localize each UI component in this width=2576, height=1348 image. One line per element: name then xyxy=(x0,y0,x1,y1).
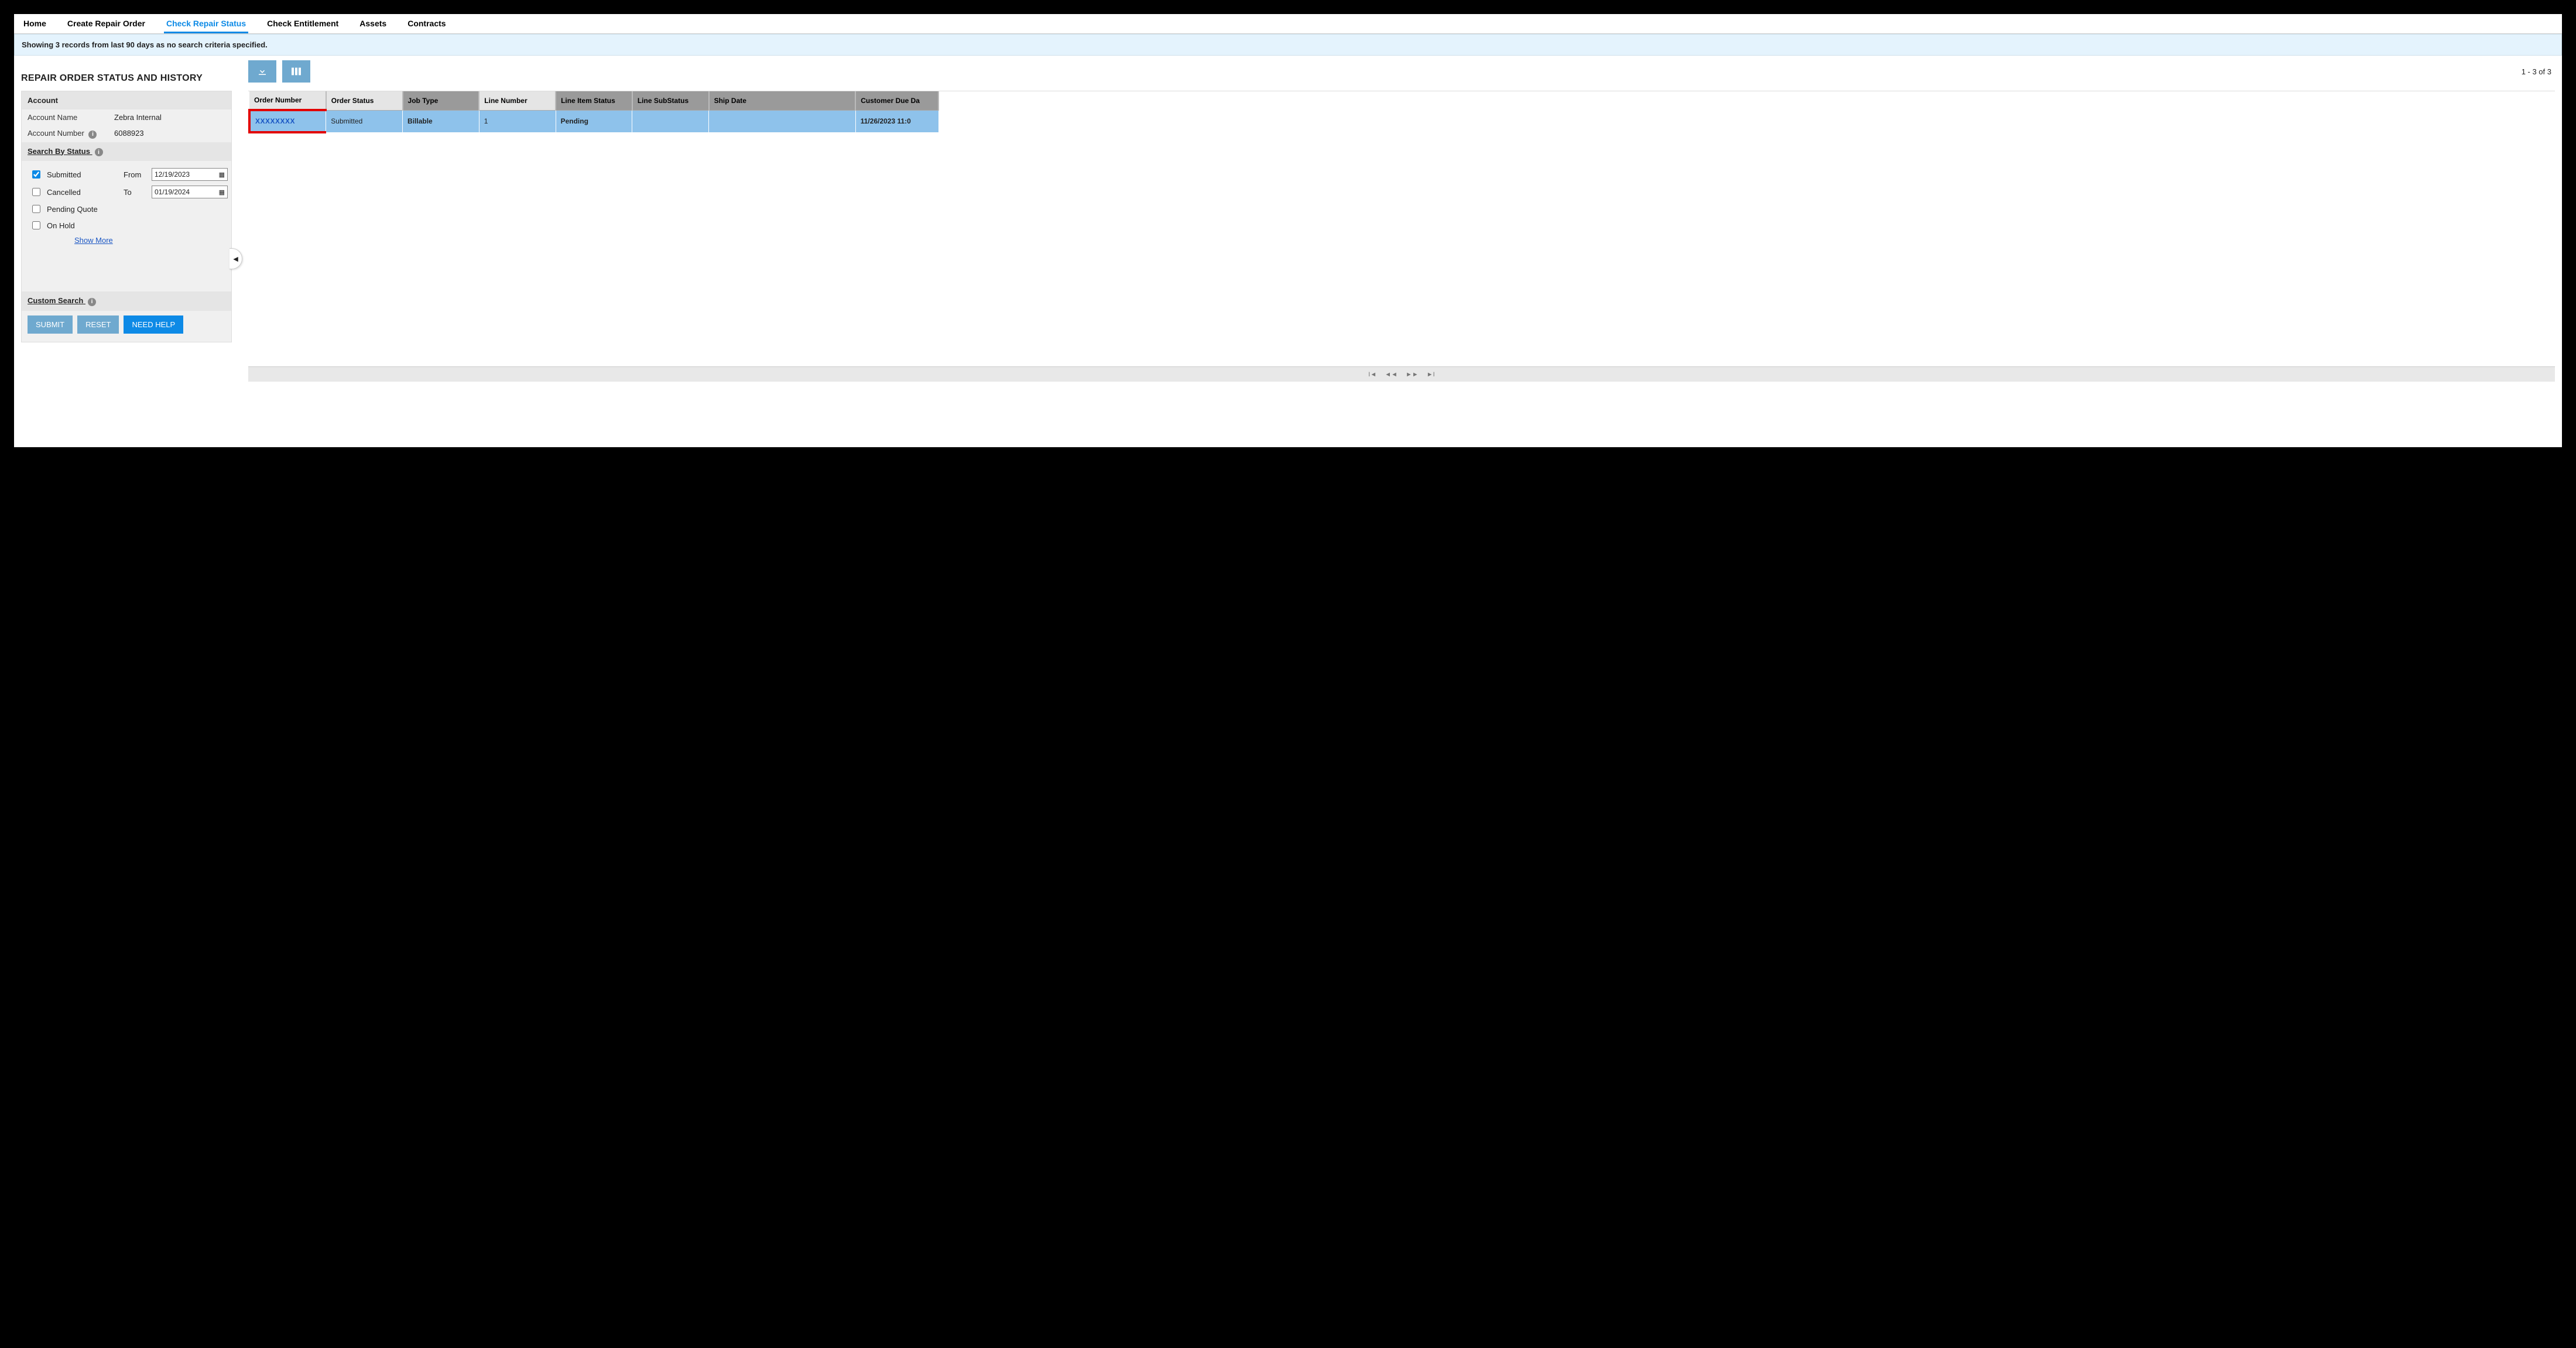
column-header[interactable]: Customer Due Da xyxy=(855,91,938,110)
status-option-cancelled[interactable]: Cancelled xyxy=(30,186,124,198)
status-option-label: Cancelled xyxy=(47,188,81,197)
date-value: 12/19/2023 xyxy=(155,170,190,179)
pager-first-icon[interactable]: I◄ xyxy=(1368,371,1376,378)
table-row[interactable]: XXXXXXXX SubmittedBillable1Pending 11/26/2… xyxy=(249,110,938,132)
results-grid: Order NumberOrder StatusJob TypeLine Num… xyxy=(248,91,2555,383)
from-label: From xyxy=(124,170,152,179)
calendar-icon: ▦ xyxy=(219,188,225,196)
status-option-pending-quote[interactable]: Pending Quote xyxy=(30,203,124,215)
pager-next-icon[interactable]: ►► xyxy=(1406,371,1419,378)
checkbox[interactable] xyxy=(32,170,40,179)
submit-button[interactable]: SUBMIT xyxy=(28,315,73,334)
reset-button[interactable]: RESET xyxy=(77,315,119,334)
tab-create-repair-order[interactable]: Create Repair Order xyxy=(65,14,148,33)
search-by-status-header[interactable]: Search By Status i xyxy=(22,142,231,162)
line-substatus-cell xyxy=(632,110,709,132)
account-name-label: Account Name xyxy=(28,113,104,122)
to-label: To xyxy=(124,188,152,197)
tab-check-entitlement[interactable]: Check Entitlement xyxy=(265,14,341,33)
order-number-cell[interactable]: XXXXXXXX xyxy=(249,110,326,132)
download-icon xyxy=(257,66,268,77)
account-section-header: Account xyxy=(22,91,231,109)
checkbox[interactable] xyxy=(32,221,40,229)
columns-icon xyxy=(290,67,302,76)
checkbox[interactable] xyxy=(32,205,40,213)
from-date-input[interactable]: 12/19/2023 ▦ xyxy=(152,168,228,181)
page-title: REPAIR ORDER STATUS AND HISTORY xyxy=(21,73,232,84)
column-header[interactable]: Line Number xyxy=(479,91,556,110)
status-option-label: On Hold xyxy=(47,221,75,230)
tab-assets[interactable]: Assets xyxy=(357,14,389,33)
date-value: 01/19/2024 xyxy=(155,188,190,196)
tab-contracts[interactable]: Contracts xyxy=(405,14,448,33)
status-option-label: Pending Quote xyxy=(47,205,98,214)
tab-bar: Home Create Repair Order Check Repair Stat… xyxy=(14,14,2562,34)
line-item-status-cell: Pending xyxy=(556,110,632,132)
customer-due-cell: 11/26/2023 11:0 xyxy=(855,110,938,132)
filter-panel: Account Account Name Zebra Internal Acco… xyxy=(21,91,232,342)
chevron-left-icon: ◄ xyxy=(232,254,240,263)
download-button[interactable] xyxy=(248,60,276,83)
column-header[interactable]: Line SubStatus xyxy=(632,91,709,110)
account-number-label: Account Number i xyxy=(28,129,104,139)
order-status-cell: Submitted xyxy=(326,110,403,132)
checkbox[interactable] xyxy=(32,188,40,196)
info-icon[interactable]: i xyxy=(88,131,97,139)
to-date-input[interactable]: 01/19/2024 ▦ xyxy=(152,186,228,198)
column-header[interactable]: Job Type xyxy=(403,91,479,110)
show-more-link[interactable]: Show More xyxy=(22,235,231,256)
order-number-link[interactable]: XXXXXXXX xyxy=(255,117,295,125)
info-banner: Showing 3 records from last 90 days as n… xyxy=(14,34,2562,56)
tab-check-repair-status[interactable]: Check Repair Status xyxy=(164,14,248,33)
account-number-value: 6088923 xyxy=(114,129,144,139)
grid-scroll[interactable]: Order NumberOrder StatusJob TypeLine Num… xyxy=(248,91,2555,366)
status-option-label: Submitted xyxy=(47,170,81,179)
custom-search-header[interactable]: Custom Search i xyxy=(22,291,231,311)
column-header[interactable]: Ship Date xyxy=(709,91,856,110)
info-icon[interactable]: i xyxy=(95,148,103,156)
columns-button[interactable] xyxy=(282,60,310,83)
column-header[interactable]: Order Status xyxy=(326,91,403,110)
tab-home[interactable]: Home xyxy=(21,14,49,33)
status-option-on-hold[interactable]: On Hold xyxy=(30,219,124,231)
status-option-submitted[interactable]: Submitted xyxy=(30,169,124,180)
record-range: 1 - 3 of 3 xyxy=(2522,67,2555,76)
job-type-cell: Billable xyxy=(403,110,479,132)
need-help-button[interactable]: NEED HELP xyxy=(124,315,183,334)
pager-last-icon[interactable]: ►I xyxy=(1427,371,1435,378)
ship-date-cell xyxy=(709,110,856,132)
pager: I◄ ◄◄ ►► ►I xyxy=(248,366,2555,382)
column-header[interactable]: Line Item Status xyxy=(556,91,632,110)
pager-prev-icon[interactable]: ◄◄ xyxy=(1385,371,1397,378)
column-header[interactable]: Order Number xyxy=(249,91,326,110)
account-name-value: Zebra Internal xyxy=(114,113,162,122)
info-icon[interactable]: i xyxy=(88,298,96,306)
line-number-cell: 1 xyxy=(479,110,556,132)
calendar-icon: ▦ xyxy=(219,171,225,179)
